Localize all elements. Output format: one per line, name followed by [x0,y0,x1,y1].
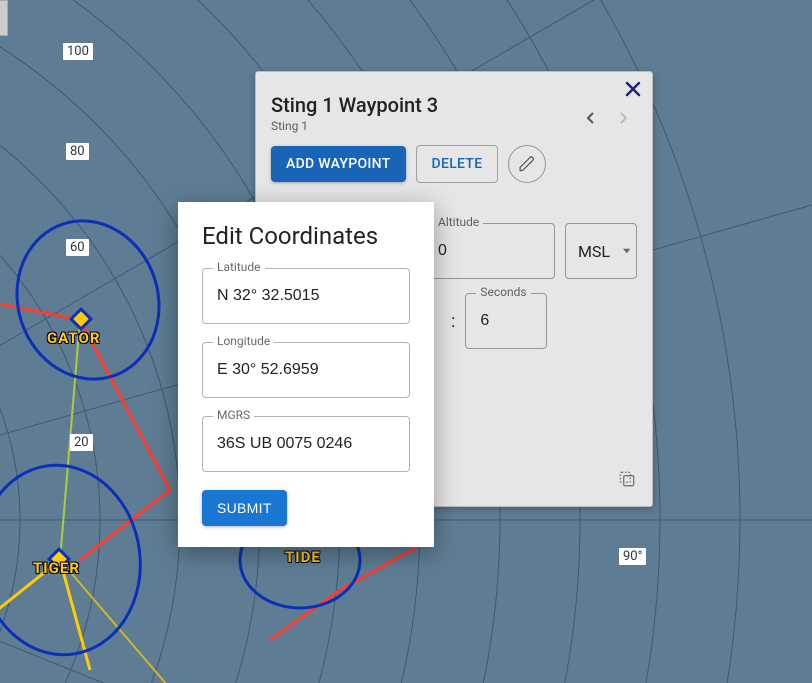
altitude-label: Altitude [434,215,483,229]
edit-button[interactable] [508,145,546,183]
longitude-input[interactable] [215,360,397,380]
prev-button[interactable] [582,109,600,127]
dialog-title: Edit Coordinates [202,222,410,250]
bearing-label-90: 90° [619,548,646,565]
unit-label-tiger: TIGER [33,559,80,577]
submit-button[interactable]: SUBMIT [202,490,287,526]
latitude-field[interactable]: Latitude [202,268,410,324]
mgrs-input[interactable] [215,434,397,454]
range-label-60: 60 [66,239,89,256]
altitude-ref-value: MSL [578,242,617,261]
altitude-ref-select[interactable]: MSL [565,223,637,279]
add-waypoint-button[interactable]: ADD WAYPOINT [271,146,406,182]
copy-button[interactable] [617,469,637,493]
chevron-left-icon [585,112,597,124]
chevron-right-icon [617,112,629,124]
next-button[interactable] [614,109,632,127]
chevron-down-icon [623,248,630,254]
mgrs-field[interactable]: MGRS [202,416,410,472]
time-separator: : [451,311,455,332]
longitude-field[interactable]: Longitude [202,342,410,398]
left-edge-handle[interactable] [0,0,8,36]
delete-button[interactable]: DELETE [416,145,499,183]
seconds-label: Seconds [476,285,530,299]
range-label-20: 20 [70,434,93,451]
seconds-input[interactable] [478,311,534,331]
altitude-field[interactable]: Altitude [423,223,555,279]
unit-label-gator: GATOR [47,329,100,347]
pencil-icon [518,155,536,173]
close-button[interactable] [625,81,641,101]
longitude-label: Longitude [213,334,274,348]
seconds-field[interactable]: Seconds [465,293,547,349]
unit-label-tide: TIDE [285,548,321,566]
edit-coordinates-dialog: Edit Coordinates Latitude Longitude MGRS… [178,202,434,547]
latitude-input[interactable] [215,286,397,306]
close-icon [625,81,641,97]
copy-icon [617,469,637,489]
latitude-label: Latitude [213,260,265,274]
range-label-80: 80 [66,143,89,160]
range-label-100: 100 [63,43,93,60]
mgrs-label: MGRS [213,408,254,422]
altitude-input[interactable] [436,241,542,261]
